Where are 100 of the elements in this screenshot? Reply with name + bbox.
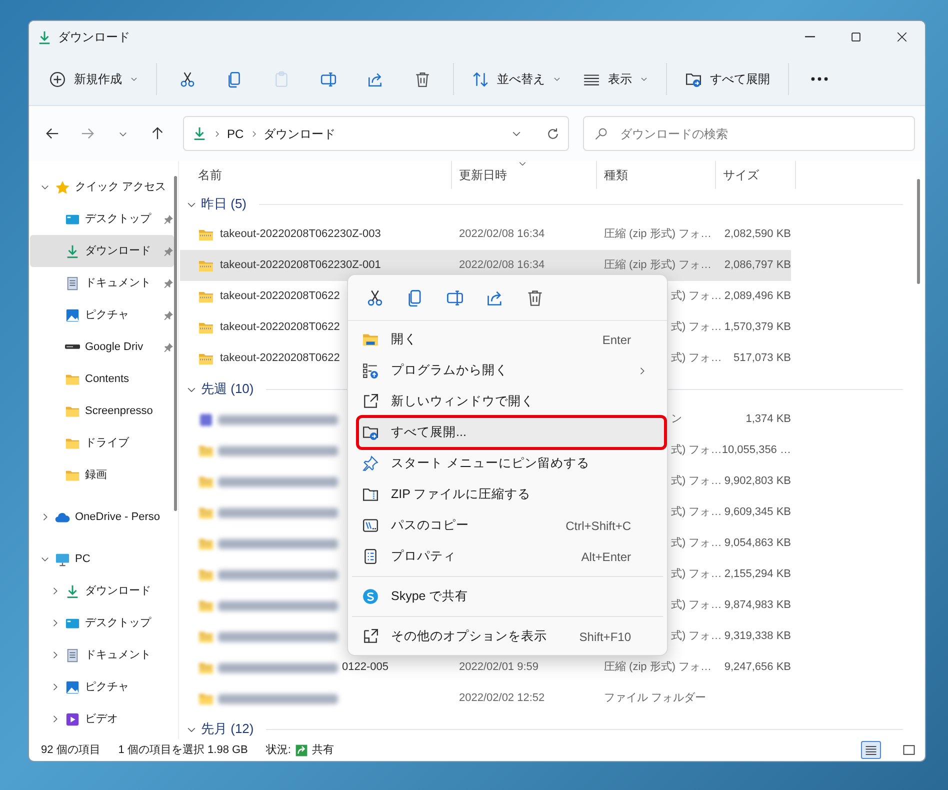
- item-count: 92 個の項目: [41, 742, 100, 758]
- file-type: ン: [671, 412, 682, 428]
- sidebar-item[interactable]: PC: [30, 543, 174, 575]
- sidebar-item[interactable]: ビデオ: [30, 703, 174, 735]
- sidebar-item[interactable]: ドキュメント: [30, 639, 174, 671]
- trash-icon: [414, 70, 431, 88]
- column-header[interactable]: 名前: [180, 161, 452, 189]
- menu-item[interactable]: すべて展開...: [358, 417, 665, 448]
- group-header[interactable]: 先週 (10): [201, 379, 254, 399]
- sidebar-item[interactable]: Google Driv: [30, 331, 174, 363]
- file-type: 式) フォ…: [671, 351, 722, 366]
- sidebar-item[interactable]: ドライブ: [30, 427, 174, 459]
- file-size: 9,319,338 KB: [724, 629, 791, 644]
- column-header[interactable]: 更新日時: [452, 161, 597, 189]
- scissors-icon: [366, 288, 384, 306]
- file-size: 9,902,803 KB: [724, 474, 791, 490]
- file-type: 式) フォ…: [671, 505, 722, 520]
- details-view-button[interactable]: [861, 741, 881, 759]
- sidebar-item[interactable]: Contents: [30, 363, 174, 395]
- search-box[interactable]: ダウンロードの検索: [583, 116, 916, 151]
- file-size: 517,073 KB: [734, 351, 791, 366]
- sidebar-item[interactable]: デスクトップ: [30, 607, 174, 639]
- download-icon: [65, 244, 80, 258]
- address-bar[interactable]: PC ダウンロード: [183, 116, 570, 151]
- sidebar-item[interactable]: クイック アクセス: [30, 171, 174, 203]
- file-size: 2,086,797 KB: [724, 258, 791, 274]
- file-type: 式) フォ…: [671, 598, 722, 614]
- file-type: 式) フォ…: [671, 320, 722, 336]
- sidebar-item[interactable]: ピクチャ: [30, 671, 174, 703]
- more-icon: [811, 77, 828, 81]
- file-type: 式) フォ…: [671, 443, 722, 458]
- star-icon: [55, 180, 70, 194]
- selection-info: 1 個の項目を選択 1.98 GB: [118, 742, 248, 758]
- file-size: 2,082,590 KB: [724, 227, 791, 242]
- search-field[interactable]: ダウンロードの検索: [618, 124, 898, 144]
- file-type: 式) フォ…: [671, 629, 722, 644]
- back-arrow-icon: [45, 126, 60, 141]
- view-button[interactable]: 表示: [573, 61, 658, 97]
- file-type: 式) フォ…: [671, 567, 722, 582]
- sidebar-item[interactable]: ピクチャ: [30, 299, 174, 331]
- menu-item[interactable]: スタート メニューにピン留めする: [358, 448, 665, 479]
- file-type: 圧縮 (zip 形式) フォ…: [604, 226, 712, 242]
- menu-item[interactable]: ZIP ファイルに圧縮する: [358, 479, 665, 510]
- sidebar-item[interactable]: ドキュメント: [30, 267, 174, 299]
- scissors-icon: [179, 70, 196, 88]
- menu-item[interactable]: Skype で共有: [358, 581, 665, 612]
- file-size: 1,374 KB: [746, 412, 791, 428]
- modified-date: 2022/02/02 12:52: [459, 691, 545, 706]
- scrollbar[interactable]: [174, 176, 177, 511]
- sort-arrows-icon: [472, 70, 489, 88]
- breadcrumb[interactable]: ダウンロード: [264, 124, 336, 142]
- sidebar-item[interactable]: 録画: [30, 459, 174, 491]
- file-type: 式) フォ…: [671, 289, 722, 304]
- file-name: takeout-20220208T0622: [220, 320, 340, 336]
- column-header[interactable]: 種類: [597, 161, 716, 189]
- menu-item[interactable]: プログラムから開く: [358, 355, 665, 386]
- download-icon: [37, 30, 52, 44]
- file-type: 圧縮 (zip 形式) フォ…: [604, 660, 712, 676]
- rename-icon: [446, 288, 464, 306]
- scrollbar[interactable]: [917, 179, 920, 284]
- download-icon: [65, 584, 80, 598]
- file-name: 0122-005: [342, 660, 388, 676]
- sidebar-item[interactable]: Screenpresso: [30, 395, 174, 427]
- sidebar-item[interactable]: ダウンロード: [30, 575, 174, 607]
- extract-all-button[interactable]: すべて展開: [675, 61, 780, 97]
- new-button[interactable]: 新規作成: [39, 61, 148, 97]
- file-size: 2,089,496 KB: [724, 289, 791, 304]
- file-icon: [198, 412, 214, 428]
- sidebar-item[interactable]: デスクトップ: [30, 203, 174, 235]
- clipboard-icon: [273, 70, 290, 88]
- file-size: 9,609,345 KB: [724, 505, 791, 520]
- file-type: ファイル フォルダー: [604, 691, 706, 706]
- sidebar-item[interactable]: ダウンロード: [30, 235, 174, 267]
- menu-item[interactable]: 新しいウィンドウで開く: [358, 386, 665, 417]
- monitor-icon: [55, 552, 70, 566]
- menu-item[interactable]: プロパティ Alt+Enter: [358, 541, 665, 572]
- sort-button[interactable]: 並べ替え: [462, 61, 571, 97]
- sidebar-item[interactable]: OneDrive - Perso: [30, 501, 174, 533]
- minimize-icon: [804, 36, 816, 38]
- group-header[interactable]: 昨日 (5): [201, 194, 246, 214]
- download-icon: [192, 126, 207, 141]
- menu-item[interactable]: 開く Enter: [358, 324, 665, 355]
- tiles-icon: [902, 743, 916, 757]
- app-icon: [362, 362, 379, 379]
- menu-item[interactable]: その他のオプションを表示 Shift+F10: [358, 621, 665, 652]
- file-size: 9,247,656 KB: [724, 660, 791, 676]
- path-icon: [362, 517, 379, 534]
- menu-item[interactable]: パスのコピー Ctrl+Shift+C: [358, 510, 665, 541]
- document-icon: [65, 276, 80, 290]
- file-size: 2,155,294 KB: [724, 567, 791, 582]
- modified-date: 2022/02/08 16:34: [459, 258, 545, 274]
- file-name: takeout-20220208T0622: [220, 351, 340, 366]
- file-size: 9,874,983 KB: [724, 598, 791, 614]
- picture-icon: [65, 308, 80, 322]
- column-header[interactable]: サイズ: [716, 161, 796, 189]
- shortcut-text: Enter: [602, 332, 631, 348]
- modified-date: 2022/02/08 16:34: [459, 227, 545, 242]
- group-header[interactable]: 先月 (12): [201, 719, 254, 739]
- close-icon: [895, 30, 909, 44]
- breadcrumb[interactable]: PC: [227, 124, 244, 142]
